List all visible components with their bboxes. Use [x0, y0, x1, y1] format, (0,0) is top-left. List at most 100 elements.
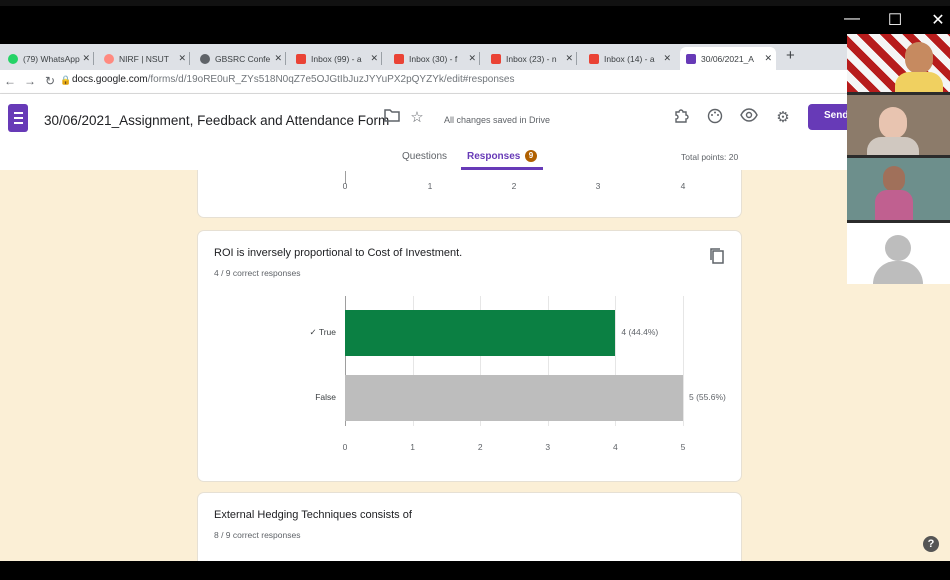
close-tab-icon[interactable]: ✕ [663, 53, 671, 64]
prev-tick-label: 3 [595, 181, 601, 191]
video-participants-panel [847, 34, 950, 284]
close-tab-icon[interactable]: ✕ [82, 53, 90, 64]
tab-label: (79) WhatsApp [23, 53, 80, 64]
address-bar: ← → ↻ 🔒 docs.google.com/forms/d/19oRE0uR… [0, 70, 950, 94]
question-title: External Hedging Techniques consists of [214, 509, 412, 521]
avatar-body [867, 137, 919, 155]
google-forms-icon [686, 53, 696, 64]
tab-label: Inbox (14) - a [604, 53, 655, 64]
participant-video-tile[interactable] [847, 223, 950, 284]
question-card-roi: ROI is inversely proportional to Cost of… [197, 230, 742, 482]
logo-line [14, 122, 23, 124]
bar-chart: 0 1 2 3 4 5 ✓ True 4 (44.4%) False 5 (55.6%) [198, 231, 743, 483]
gridline [683, 296, 684, 426]
bottom-bar [0, 561, 950, 580]
browser-tab[interactable]: (79) WhatsApp ✕ [2, 47, 94, 70]
close-tab-icon[interactable]: ✕ [764, 53, 772, 64]
participant-video-tile[interactable] [847, 95, 950, 155]
data-label: 4 (44.4%) [621, 326, 659, 337]
x-tick-label: 5 [680, 442, 686, 452]
tab-questions[interactable]: Questions [402, 151, 447, 162]
avatar [883, 166, 905, 192]
bar [345, 374, 683, 421]
gmail-icon [394, 53, 404, 64]
close-tab-icon[interactable]: ✕ [274, 53, 282, 64]
help-button[interactable]: ? [923, 536, 939, 552]
browser-tab[interactable]: GBSRC Confe ✕ [194, 47, 286, 70]
screen: — ☐ ✕ (79) WhatsApp ✕ NIRF | NSUT ✕ GBSR… [0, 0, 950, 580]
close-button[interactable]: ✕ [928, 10, 948, 30]
url-field[interactable]: docs.google.com/forms/d/19oRE0uR_ZYs518N… [72, 74, 514, 85]
tab-responses[interactable]: Responses [467, 151, 520, 162]
avatar-body [895, 72, 943, 92]
star-icon[interactable]: ☆ [407, 108, 427, 128]
x-tick-label: 0 [342, 442, 348, 452]
category-label: False [315, 391, 336, 402]
close-tab-icon[interactable]: ✕ [565, 53, 573, 64]
bar [345, 309, 616, 356]
browser-tab[interactable]: NIRF | NSUT ✕ [98, 47, 190, 70]
google-forms-logo-icon[interactable] [8, 104, 28, 132]
tab-separator [93, 52, 94, 65]
logo-line [14, 117, 23, 119]
forms-header: 30/06/2021_Assignment, Feedback and Atte… [0, 94, 950, 170]
tab-label: Inbox (23) - n [506, 53, 557, 64]
minimize-button[interactable]: — [842, 10, 862, 28]
browser-tab-active[interactable]: 30/06/2021_A ✕ [680, 47, 776, 70]
settings-gear-icon[interactable]: ⚙ [773, 108, 793, 128]
prev-tick-label: 0 [342, 181, 348, 191]
tab-label: 30/06/2021_A [701, 53, 754, 64]
palette-icon[interactable] [705, 108, 725, 128]
browser-tab[interactable]: Inbox (23) - n ✕ [485, 47, 577, 70]
form-title[interactable]: 30/06/2021_Assignment, Feedback and Atte… [44, 113, 389, 128]
responses-content[interactable]: 0 1 2 3 4 ROI is inversely proportional … [0, 170, 950, 561]
lock-icon[interactable]: 🔒 [60, 75, 71, 86]
question-card-hedging: External Hedging Techniques consists of … [197, 492, 742, 561]
tab-separator [381, 52, 382, 65]
tab-label: Inbox (99) - a [311, 53, 362, 64]
prev-tick-label: 4 [680, 181, 686, 191]
gmail-icon [491, 53, 501, 64]
tab-strip: (79) WhatsApp ✕ NIRF | NSUT ✕ GBSRC Conf… [0, 44, 950, 70]
prev-tick-label: 2 [511, 181, 517, 191]
tab-separator [576, 52, 577, 65]
tab-separator [479, 52, 480, 65]
tab-separator [189, 52, 190, 65]
browser-tab[interactable]: Inbox (30) - f ✕ [388, 47, 480, 70]
browser-tab[interactable]: Inbox (14) - a ✕ [583, 47, 675, 70]
tab-label: NIRF | NSUT [119, 53, 169, 64]
save-status: All changes saved in Drive [444, 115, 551, 125]
maximize-button[interactable]: ☐ [885, 10, 905, 30]
globe-icon [200, 53, 210, 64]
preview-eye-icon[interactable] [739, 108, 759, 128]
participant-video-tile[interactable] [847, 34, 950, 92]
back-icon[interactable]: ← [4, 74, 16, 88]
close-tab-icon[interactable]: ✕ [468, 53, 476, 64]
avatar-body [875, 190, 913, 220]
tab-label: GBSRC Confe [215, 53, 271, 64]
responses-count-badge: 9 [525, 150, 537, 162]
total-points: Total points: 20 [681, 152, 739, 162]
x-tick-label: 4 [613, 442, 618, 452]
addon-puzzle-icon[interactable] [671, 108, 691, 128]
gmail-icon [589, 53, 599, 64]
reload-icon[interactable]: ↻ [45, 74, 55, 88]
close-tab-icon[interactable]: ✕ [178, 53, 186, 64]
url-host: docs.google.com [72, 74, 148, 85]
folder-icon[interactable] [382, 108, 402, 128]
browser-tab[interactable]: Inbox (99) - a ✕ [290, 47, 382, 70]
avatar-body [873, 261, 923, 284]
previous-question-card: 0 1 2 3 4 [197, 170, 742, 218]
close-tab-icon[interactable]: ✕ [370, 53, 378, 64]
new-tab-button[interactable]: + [786, 47, 795, 64]
prev-tick-label: 1 [427, 181, 433, 191]
x-tick-label: 3 [545, 442, 551, 452]
forward-icon[interactable]: → [24, 74, 36, 88]
category-label: ✓ True [309, 326, 337, 337]
tab-separator [285, 52, 286, 65]
tab-label: Inbox (30) - f [409, 53, 458, 64]
nirf-icon [104, 53, 114, 64]
title-bar: — ☐ ✕ [0, 0, 950, 44]
avatar [879, 107, 907, 139]
participant-video-tile[interactable] [847, 158, 950, 220]
